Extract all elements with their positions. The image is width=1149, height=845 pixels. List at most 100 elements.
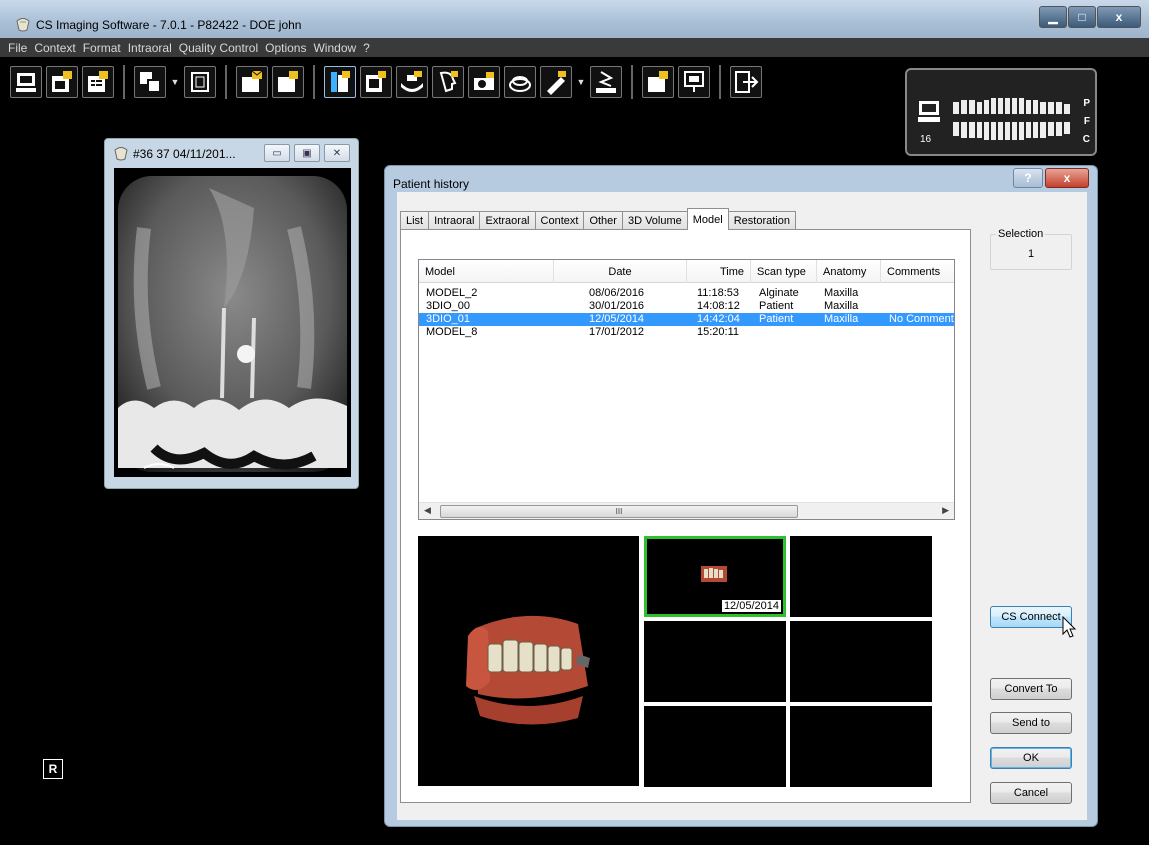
toolbar-panoramic-button[interactable] xyxy=(396,66,428,98)
xray-close-button[interactable]: ✕ xyxy=(324,144,350,162)
close-button[interactable]: x xyxy=(1097,6,1141,28)
toolbar-display-button[interactable] xyxy=(10,66,42,98)
toolbar-list-button[interactable] xyxy=(82,66,114,98)
toolbar-mail-button[interactable] xyxy=(236,66,268,98)
thumbnail-slot[interactable] xyxy=(644,706,786,787)
toolbar-intraoral-button[interactable] xyxy=(360,66,392,98)
dialog-close-button[interactable]: x xyxy=(1045,168,1089,188)
toolbar-patient-history-button[interactable] xyxy=(324,66,356,98)
tab-other[interactable]: Other xyxy=(583,211,623,230)
toolbar-model-scan-button[interactable] xyxy=(504,66,536,98)
model-list[interactable]: Model Date Time Scan type Anatomy Commen… xyxy=(418,259,955,520)
menu-file[interactable]: File xyxy=(8,41,27,55)
thumbnail-slot[interactable] xyxy=(790,536,932,617)
menu-help[interactable]: ? xyxy=(363,41,370,55)
toolbar-cephalometric-button[interactable] xyxy=(432,66,464,98)
thumbnail-date-label: 12/05/2014 xyxy=(721,600,781,612)
toolbar-intraoral-camera-button[interactable] xyxy=(540,66,572,98)
xray-maximize-button[interactable]: ▣ xyxy=(294,144,320,162)
minimize-icon: ▁ xyxy=(1048,10,1058,24)
table-row[interactable]: 3DIO_00 30/01/2016 14:08:12 Patient Maxi… xyxy=(419,300,954,313)
table-row[interactable]: MODEL_2 08/06/2016 11:18:53 Alginate Max… xyxy=(419,287,954,300)
cell-anatomy xyxy=(824,326,880,339)
list-window-icon xyxy=(88,71,108,92)
toolbar-camera-dropdown[interactable]: ▼ xyxy=(576,66,586,98)
tab-bar: List Intraoral Extraoral Context Other 3… xyxy=(400,208,796,230)
table-row-selected[interactable]: 3DIO_01 12/05/2014 14:42:04 Patient Maxi… xyxy=(419,313,954,326)
toolbar-export-button[interactable] xyxy=(642,66,674,98)
thumbnail-slot[interactable] xyxy=(644,621,786,702)
minimize-button[interactable]: ▁ xyxy=(1039,6,1067,28)
dropdown-arrow-icon: ▼ xyxy=(576,77,586,87)
column-header-time[interactable]: Time xyxy=(687,260,751,283)
scroll-left-icon[interactable]: ◀ xyxy=(424,505,431,516)
ok-button[interactable]: OK xyxy=(990,747,1072,769)
column-header-scan-type[interactable]: Scan type xyxy=(751,260,817,283)
close-icon: x xyxy=(1115,10,1123,24)
cs-connect-button[interactable]: CS Connect xyxy=(990,606,1072,628)
model-3d-preview[interactable] xyxy=(418,536,639,786)
mail-window-icon xyxy=(242,70,263,92)
open-window-icon xyxy=(52,71,72,92)
list-header: Model Date Time Scan type Anatomy Commen… xyxy=(419,260,954,283)
xray-image-window[interactable]: #36 37 04/11/201... ▭ ▣ ✕ xyxy=(104,138,359,489)
toolbar-exit-button[interactable] xyxy=(730,66,762,98)
scroll-right-icon[interactable]: ▶ xyxy=(942,505,949,516)
cell-date: 12/05/2014 xyxy=(589,313,645,325)
tab-extraoral[interactable]: Extraoral xyxy=(479,211,536,230)
menu-context[interactable]: Context xyxy=(34,41,75,55)
scrollbar-thumb[interactable]: III xyxy=(440,505,798,518)
toolbar-import-button[interactable] xyxy=(272,66,304,98)
toolbar-layout-dropdown[interactable]: ▼ xyxy=(170,66,180,98)
menu-quality-control[interactable]: Quality Control xyxy=(179,41,258,55)
main-title-bar[interactable]: CS Imaging Software - 7.0.1 - P82422 - D… xyxy=(0,0,1149,38)
xray-minimize-button[interactable]: ▭ xyxy=(264,144,290,162)
thumbnail-selected[interactable]: 12/05/2014 xyxy=(644,536,786,617)
dialog-title: Patient history xyxy=(393,177,470,191)
send-to-button[interactable]: Send to xyxy=(990,712,1072,734)
tab-intraoral[interactable]: Intraoral xyxy=(428,211,481,230)
tab-list[interactable]: List xyxy=(400,211,430,230)
toolbar-layout-button[interactable] xyxy=(134,66,166,98)
cancel-button[interactable]: Cancel xyxy=(990,782,1072,804)
tab-model[interactable]: Model xyxy=(686,208,729,230)
maximize-button[interactable]: □ xyxy=(1068,6,1096,28)
column-header-date[interactable]: Date xyxy=(554,260,687,283)
toolbar-slideshow-button[interactable] xyxy=(678,66,710,98)
table-row[interactable]: MODEL_8 17/01/2012 15:20:11 xyxy=(419,326,954,339)
tab-restoration[interactable]: Restoration xyxy=(727,211,796,230)
dental-model-icon xyxy=(509,76,531,92)
cell-time: 11:18:53 xyxy=(697,287,740,299)
thumbnail-slot[interactable] xyxy=(790,621,932,702)
toolbar-separator xyxy=(719,65,721,99)
cell-comments: No Comment xyxy=(889,313,954,325)
toolbar-open-button[interactable] xyxy=(46,66,78,98)
selection-label: Selection xyxy=(996,228,1046,240)
tab-context[interactable]: Context xyxy=(534,211,585,230)
odontogram-count: 16 xyxy=(920,134,932,145)
patient-history-dialog[interactable]: Patient history ? x List Intraoral Extra… xyxy=(384,165,1098,827)
selection-count: 1 xyxy=(1027,248,1035,260)
toolbar-twain-button[interactable] xyxy=(590,66,622,98)
toolbar-separator xyxy=(313,65,315,99)
dialog-help-button[interactable]: ? xyxy=(1013,168,1043,188)
horizontal-scrollbar[interactable]: ◀ III ▶ xyxy=(419,502,954,519)
menu-intraoral[interactable]: Intraoral xyxy=(128,41,172,55)
tooth-icon xyxy=(114,147,128,161)
column-header-model[interactable]: Model xyxy=(419,260,554,283)
mouse-cursor-icon xyxy=(1062,616,1077,638)
menu-format[interactable]: Format xyxy=(83,41,121,55)
toolbar-cbct-button[interactable] xyxy=(468,66,500,98)
column-header-comments[interactable]: Comments xyxy=(881,260,954,283)
convert-to-button[interactable]: Convert To xyxy=(990,678,1072,700)
xray-image[interactable] xyxy=(114,168,351,477)
thumbnail-slot[interactable] xyxy=(790,706,932,787)
tab-3d-volume[interactable]: 3D Volume xyxy=(621,211,688,230)
column-header-anatomy[interactable]: Anatomy xyxy=(817,260,881,283)
menu-options[interactable]: Options xyxy=(265,41,306,55)
odontogram[interactable]: 16 P F C xyxy=(905,68,1097,156)
menu-bar: File Context Format Intraoral Quality Co… xyxy=(0,38,1149,57)
cell-anatomy: Maxilla xyxy=(824,287,859,299)
menu-window[interactable]: Window xyxy=(313,41,356,55)
toolbar-film-button[interactable] xyxy=(184,66,216,98)
